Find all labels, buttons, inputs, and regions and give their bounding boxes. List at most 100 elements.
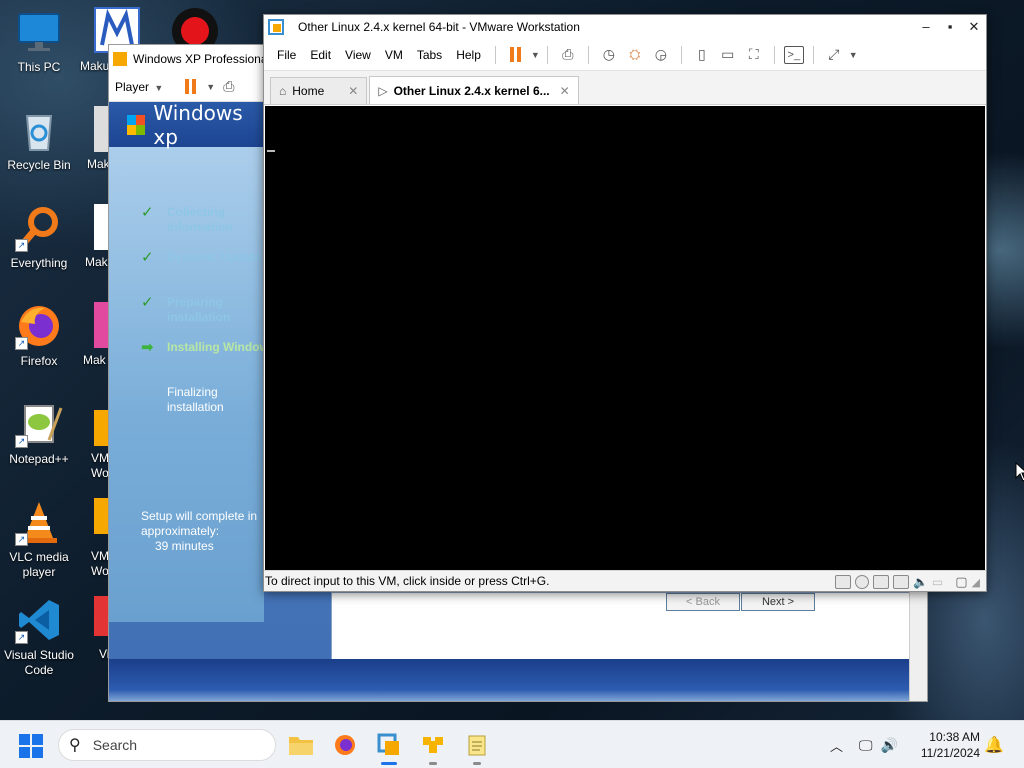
back-button[interactable]: < Back — [666, 593, 740, 611]
partial-app-icon[interactable] — [94, 302, 108, 348]
system-tray: ︿ 🖵 🔊 — [830, 721, 898, 768]
firefox-icon — [335, 735, 355, 755]
partial-icon-label: Maku — [80, 59, 110, 73]
desktop-icon-this-pc[interactable]: This PC — [0, 8, 78, 75]
desktop-icon-label: VLC media player — [9, 550, 69, 579]
menu-vm[interactable]: VM — [378, 48, 410, 62]
desktop-icon-firefox[interactable]: ↗ Firefox — [0, 302, 78, 369]
toolbar-separator — [680, 45, 682, 64]
resize-grip-icon[interactable]: ◢ — [972, 576, 980, 589]
taskbar-file-explorer[interactable] — [285, 729, 317, 761]
network-icon[interactable]: 🖵 — [859, 737, 873, 754]
desktop-icon-vscode[interactable]: ↗ Visual Studio Code — [0, 596, 78, 678]
menu-help[interactable]: Help — [449, 48, 488, 62]
volume-icon[interactable]: 🔊 — [881, 737, 898, 754]
windows-flag-icon — [127, 114, 146, 135]
vm-console-screen[interactable] — [265, 106, 985, 571]
desktop-icon-label: Firefox — [20, 354, 58, 368]
player-menu[interactable]: Player ▼ — [115, 80, 163, 94]
next-button[interactable]: Next > — [741, 593, 815, 611]
snapshot-icon[interactable]: ◷ — [598, 44, 620, 66]
stretch-guest-icon[interactable]: ⤢ — [823, 44, 845, 66]
taskbar-notepad[interactable] — [461, 729, 493, 765]
chevron-up-icon[interactable]: ︿ — [830, 736, 843, 755]
tab-linux-vm[interactable]: ▷ Other Linux 2.4.x kernel 6... ✕ — [369, 76, 579, 104]
window-titlebar[interactable]: Other Linux 2.4.x kernel 64-bit - VMware… — [264, 15, 986, 39]
desktop-icon-label: Visual Studio Code — [4, 648, 74, 677]
close-icon[interactable]: ✕ — [560, 84, 570, 98]
tab-label: Home — [292, 84, 325, 98]
vscode-icon: ↗ — [15, 596, 63, 644]
full-screen-icon[interactable]: ⛶ — [743, 44, 765, 66]
clock-date: 11/21/2024 — [920, 746, 980, 760]
setup-step-label: Collecting information — [167, 205, 233, 234]
chevron-down-icon[interactable]: ▼ — [849, 50, 858, 60]
vmware-shortcut-icon[interactable] — [94, 410, 108, 446]
window-title: Other Linux 2.4.x kernel 64-bit - VMware… — [298, 20, 580, 34]
taskbar-firefox[interactable] — [329, 729, 361, 761]
thumbnail-bar-icon[interactable]: ▭ — [717, 44, 739, 66]
monitor-icon — [15, 8, 63, 56]
vmware-player-icon — [423, 737, 443, 753]
menu-tabs[interactable]: Tabs — [410, 48, 449, 62]
setup-footer-band — [109, 659, 927, 701]
send-ctrl-alt-del-icon[interactable]: ⎙ — [557, 44, 579, 66]
display-icon[interactable]: ▭ — [932, 575, 943, 589]
windows-xp-logo: Windows xp — [109, 101, 264, 149]
close-icon[interactable]: ✕ — [348, 84, 358, 98]
hard-disk-icon[interactable] — [834, 575, 851, 589]
cd-dvd-icon[interactable] — [854, 575, 869, 589]
desktop-icon-notepadpp[interactable]: ↗ Notepad++ — [0, 400, 78, 467]
chevron-down-icon[interactable]: ▼ — [206, 82, 215, 92]
pause-icon[interactable] — [505, 44, 527, 66]
vmware-workstation-window[interactable]: Other Linux 2.4.x kernel 64-bit - VMware… — [263, 14, 987, 592]
close-icon[interactable]: ✕ — [962, 15, 986, 39]
notification-bell-icon[interactable]: 🔔 — [984, 735, 1004, 755]
taskbar-search[interactable]: ⚲ Search — [58, 729, 276, 761]
minimize-icon[interactable]: – — [914, 15, 938, 39]
partial-icon-label: Mak — [85, 255, 108, 269]
taskbar-vmware-workstation[interactable] — [373, 729, 405, 765]
desktop-icon-everything[interactable]: ↗ Everything — [0, 204, 78, 271]
taskbar-clock[interactable]: 10:38 AM 11/21/2024 — [921, 729, 980, 761]
network-adapter-icon[interactable] — [872, 575, 889, 589]
console-view-icon[interactable]: >_ — [783, 45, 804, 64]
send-ctrl-alt-del-icon[interactable]: ⎙ — [223, 78, 234, 95]
library-sidebar-icon[interactable]: ▯ — [691, 44, 713, 66]
start-button[interactable] — [19, 734, 43, 758]
device-status-icons: 🔈 ▭ ▢ ◢ — [834, 574, 980, 590]
partial-icon-label: Mak — [87, 157, 110, 171]
desktop-icon-recycle-bin[interactable]: Recycle Bin — [0, 106, 78, 173]
desktop-icon-vlc[interactable]: ↗ VLC media player — [0, 498, 78, 580]
partial-app-icon[interactable] — [94, 204, 108, 250]
checkmark-icon: ✓ — [141, 249, 154, 266]
message-log-icon[interactable]: ▢ — [955, 574, 967, 590]
sound-icon[interactable]: 🔈 — [913, 575, 928, 589]
partial-app-icon[interactable] — [94, 106, 108, 152]
setup-time-remaining: Setup will complete in approximately: 39… — [141, 509, 261, 554]
pause-icon[interactable] — [185, 79, 197, 94]
toolbar-separator — [546, 45, 548, 64]
chevron-down-icon[interactable]: ▼ — [531, 50, 540, 60]
partial-app-icon[interactable] — [94, 596, 108, 636]
snapshot-manager-icon[interactable]: ◶ — [650, 44, 672, 66]
setup-step-label: Finalizing installation — [167, 385, 224, 414]
menu-file[interactable]: File — [270, 48, 303, 62]
desktop-icon-label: Everything — [10, 256, 68, 270]
menu-bar: File Edit View VM Tabs Help ▼ ⎙ ◷ ⛭ ◶ ▯ … — [264, 39, 986, 71]
tab-label: Other Linux 2.4.x kernel 6... — [393, 83, 550, 98]
setup-time-value: 39 minutes — [155, 539, 214, 553]
window-controls: – ▪ ✕ — [914, 15, 986, 39]
revert-snapshot-icon[interactable]: ⛭ — [624, 44, 646, 66]
maximize-icon[interactable]: ▪ — [938, 15, 962, 39]
vmware-shortcut-icon[interactable] — [94, 498, 108, 534]
chevron-down-icon: ▼ — [154, 82, 164, 93]
usb-icon[interactable] — [892, 575, 909, 589]
tab-home[interactable]: ⌂ Home ✕ — [270, 77, 368, 104]
menu-edit[interactable]: Edit — [303, 48, 338, 62]
taskbar-vmware-player[interactable] — [417, 729, 449, 765]
menu-view[interactable]: View — [338, 48, 378, 62]
setup-step-label: Dynamic Update — [167, 250, 262, 264]
setup-step-label: Preparing installation — [167, 295, 231, 324]
player-title: Windows XP Professional — [133, 51, 271, 66]
